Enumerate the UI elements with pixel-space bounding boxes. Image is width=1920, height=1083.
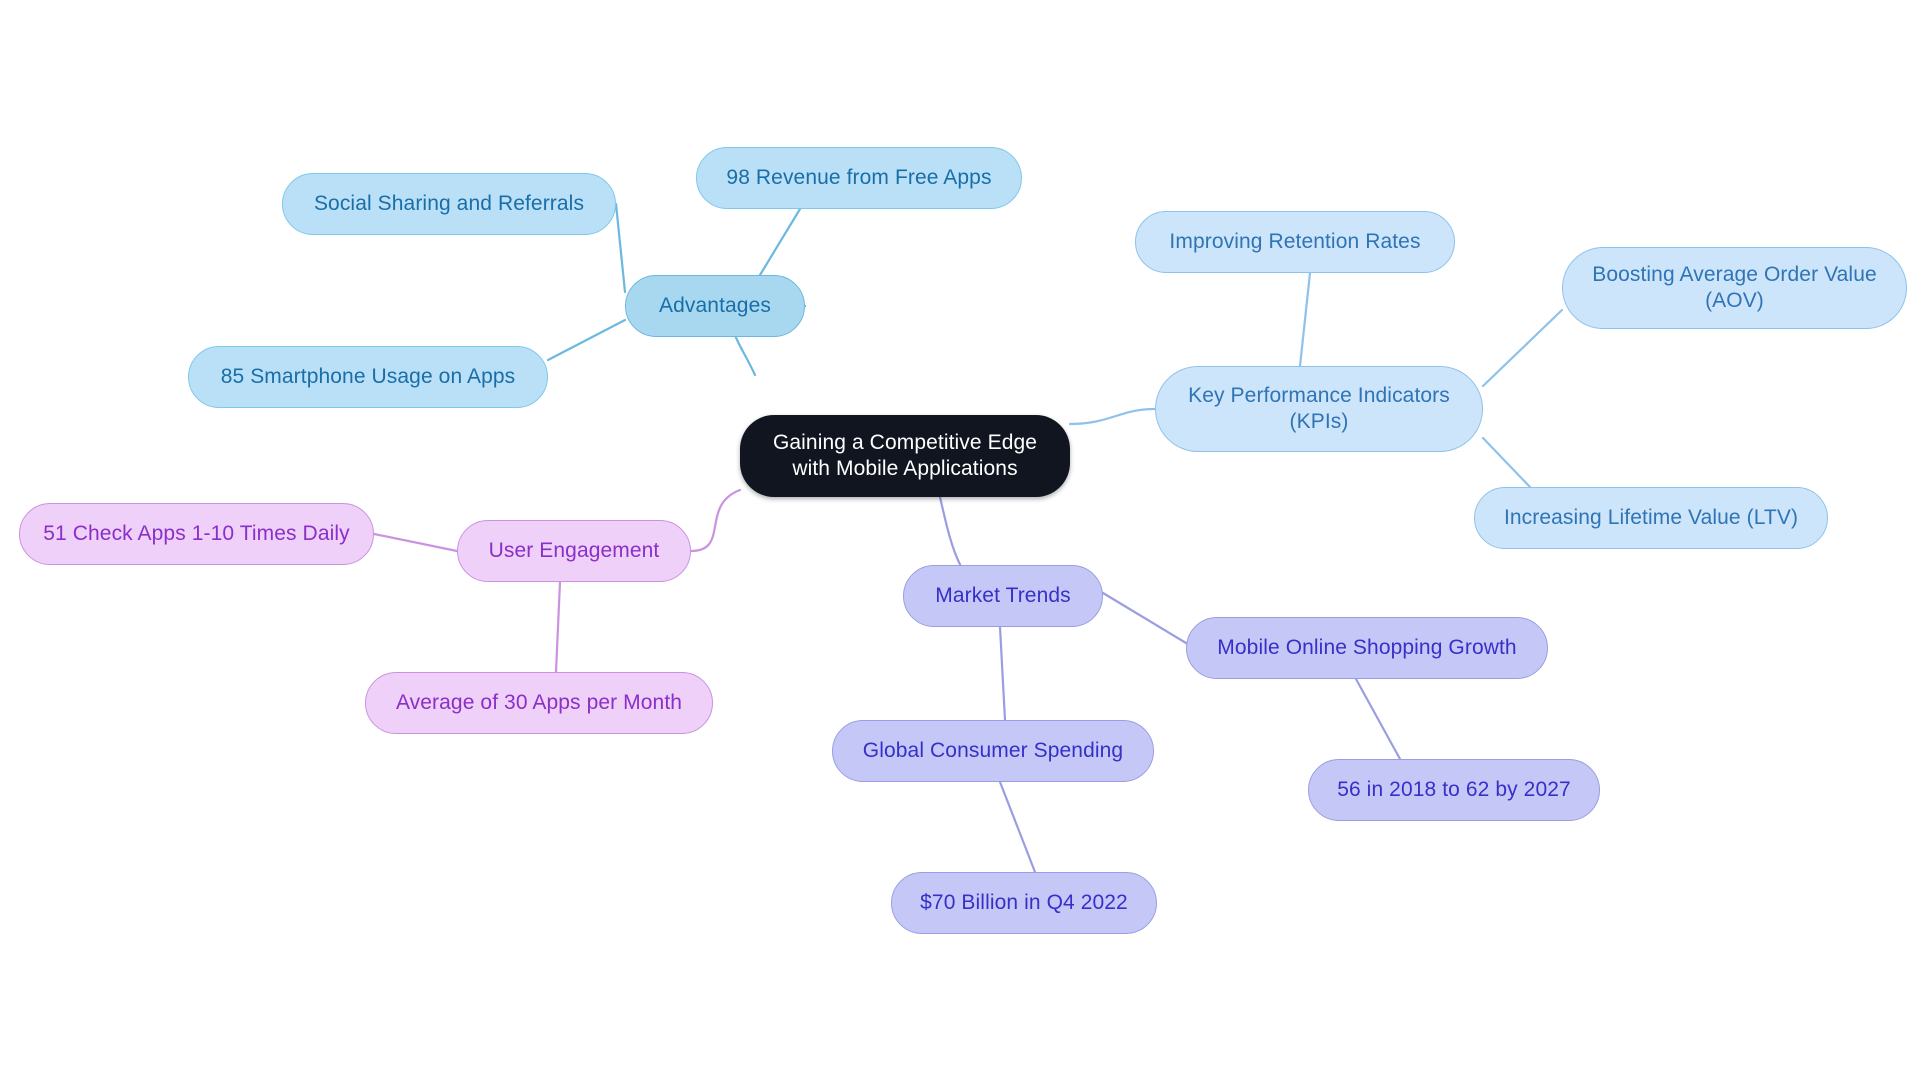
node-label: 98 Revenue from Free Apps	[726, 166, 992, 190]
node-label: Key Performance Indicators (KPIs)	[1188, 384, 1450, 433]
mindmap-branch-kpis[interactable]: Key Performance Indicators (KPIs)	[1155, 366, 1483, 452]
mindmap-branch-market-trends[interactable]: Market Trends	[903, 565, 1103, 627]
mindmap-edge	[1068, 407, 1157, 426]
mindmap-canvas: Gaining a Competitive Edge with Mobile A…	[0, 0, 1920, 1083]
node-label: $70 Billion in Q4 2022	[920, 891, 1128, 915]
mindmap-edge	[998, 780, 1037, 874]
mindmap-leaf-kpi-ltv[interactable]: Increasing Lifetime Value (LTV)	[1474, 487, 1828, 549]
mindmap-edge	[554, 580, 562, 674]
mindmap-edge	[1354, 677, 1402, 761]
node-label: User Engagement	[488, 539, 660, 563]
mindmap-leaf-kpi-retention[interactable]: Improving Retention Rates	[1135, 211, 1455, 273]
mindmap-edge	[614, 202, 627, 294]
node-label: Market Trends	[935, 584, 1071, 608]
mindmap-edge	[1101, 591, 1188, 645]
mindmap-edge	[758, 207, 802, 277]
node-label: Improving Retention Rates	[1169, 230, 1421, 254]
mindmap-edge	[1481, 308, 1564, 388]
mindmap-edge	[1298, 271, 1312, 368]
node-label: Average of 30 Apps per Month	[395, 691, 683, 715]
mindmap-leaf-adv-social[interactable]: Social Sharing and Referrals	[282, 173, 616, 235]
node-label: Increasing Lifetime Value (LTV)	[1503, 506, 1799, 530]
mindmap-branch-user-engagement[interactable]: User Engagement	[457, 520, 691, 582]
node-label: Mobile Online Shopping Growth	[1217, 636, 1517, 660]
node-label: Gaining a Competitive Edge with Mobile A…	[772, 431, 1038, 480]
mindmap-edge	[1481, 436, 1532, 489]
node-label: Social Sharing and Referrals	[313, 192, 585, 216]
mindmap-leaf-mt-2027[interactable]: 56 in 2018 to 62 by 2027	[1308, 759, 1600, 821]
mindmap-leaf-kpi-aov[interactable]: Boosting Average Order Value (AOV)	[1562, 247, 1907, 329]
mindmap-root-node[interactable]: Gaining a Competitive Edge with Mobile A…	[740, 415, 1070, 497]
mindmap-leaf-ue-daily[interactable]: 51 Check Apps 1-10 Times Daily	[19, 503, 374, 565]
node-label: Global Consumer Spending	[862, 739, 1124, 763]
mindmap-leaf-adv-usage[interactable]: 85 Smartphone Usage on Apps	[188, 346, 548, 408]
node-label: Advantages	[659, 294, 771, 318]
mindmap-edge	[372, 532, 459, 553]
mindmap-edge	[689, 488, 742, 553]
mindmap-leaf-mt-shopping[interactable]: Mobile Online Shopping Growth	[1186, 617, 1548, 679]
node-label: 56 in 2018 to 62 by 2027	[1337, 778, 1571, 802]
mindmap-leaf-mt-spending[interactable]: Global Consumer Spending	[832, 720, 1154, 782]
mindmap-leaf-mt-q4[interactable]: $70 Billion in Q4 2022	[891, 872, 1157, 934]
mindmap-edge	[546, 318, 627, 362]
mindmap-branch-advantages[interactable]: Advantages	[625, 275, 805, 337]
mindmap-edge	[998, 625, 1007, 722]
node-label: 51 Check Apps 1-10 Times Daily	[43, 522, 350, 546]
node-label: Boosting Average Order Value (AOV)	[1592, 263, 1877, 312]
mindmap-leaf-adv-revenue[interactable]: 98 Revenue from Free Apps	[696, 147, 1022, 209]
node-label: 85 Smartphone Usage on Apps	[220, 365, 516, 389]
mindmap-leaf-ue-monthly[interactable]: Average of 30 Apps per Month	[365, 672, 713, 734]
